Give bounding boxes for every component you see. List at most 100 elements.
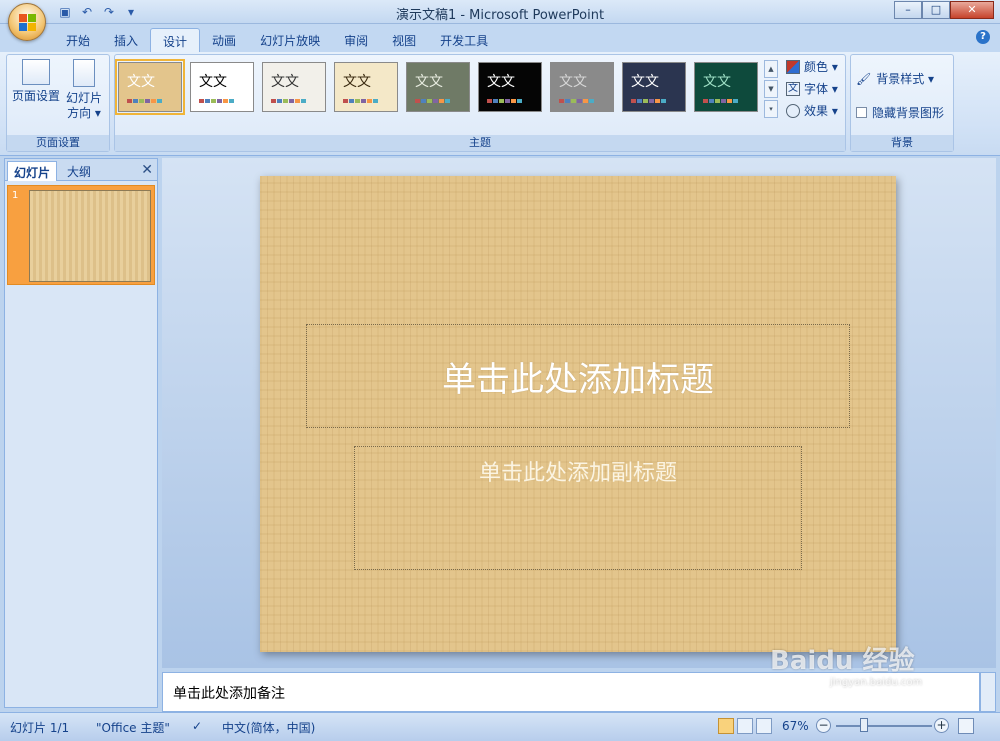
close-icon[interactable]: ✕ [141,162,153,178]
theme-thumbnail[interactable]: 文文 [478,62,542,112]
theme-color-swatches [487,99,522,103]
theme-thumbnail[interactable]: 文文 [694,62,758,112]
theme-color-swatches [631,99,666,103]
font-icon: 文 [786,81,800,96]
hide-background-checkbox[interactable] [856,107,867,118]
theme-effects-button[interactable]: 效果 ▾ [786,102,838,119]
notes-scrollbar[interactable] [980,672,996,712]
zoom-slider-thumb[interactable] [860,718,868,732]
paint-bucket-icon: 🖌 [856,71,872,86]
subtitle-placeholder[interactable]: 单击此处添加副标题 [354,446,802,570]
gallery-more-button[interactable]: ▾ [764,100,778,118]
theme-thumbnail-text: 文文 [631,74,659,90]
theme-thumbnail-text: 文文 [271,74,299,90]
theme-color-swatches [199,99,234,103]
ribbon-tabs-row: 开始 插入 设计 动画 幻灯片放映 审阅 视图 开发工具 ? [0,24,1000,52]
theme-colors-label: 颜色 ▾ [804,60,838,74]
orientation-label-line1: 幻灯片 [65,91,102,105]
theme-thumbnail[interactable]: 文文 [550,62,614,112]
theme-thumbnail[interactable]: 文文 [190,62,254,112]
close-button[interactable]: ✕ [950,1,994,19]
theme-thumbnail[interactable]: 文文 [622,62,686,112]
theme-color-swatches [559,99,594,103]
theme-gallery: 文文 文文 文文 文文 文文 文文 文文 文文 文文 [115,59,758,115]
theme-thumbnail-text: 文文 [343,74,371,90]
background-styles-label: 背景样式 ▾ [876,72,935,86]
group-background: 背景 [850,54,954,152]
theme-fonts-label: 字体 ▾ [804,82,838,96]
theme-thumbnail[interactable]: 文文 [334,62,398,112]
slides-panel-tabs: 幻灯片 大纲 ✕ [5,159,157,181]
tab-slides[interactable]: 幻灯片 [7,161,58,181]
group-label-background: 背景 [851,135,953,151]
zoom-in-button[interactable]: + [934,718,949,733]
office-logo-icon [19,14,37,32]
page-setup-button[interactable]: 页面设置 [9,59,63,104]
tab-developer[interactable]: 开发工具 [428,28,500,52]
ribbon-tabs: 开始 插入 设计 动画 幻灯片放映 审阅 视图 开发工具 [54,28,500,52]
theme-thumbnail-text: 文文 [559,74,587,90]
theme-thumbnail[interactable]: 文文 [115,59,185,115]
group-label-themes: 主题 [115,135,845,151]
theme-thumbnail-text: 文文 [199,74,227,90]
slide-editing-area: 单击此处添加标题 单击此处添加副标题 [162,158,996,668]
minimize-button[interactable]: – [894,1,922,19]
gallery-up-button[interactable]: ▲ [764,60,778,78]
tab-review[interactable]: 审阅 [332,28,380,52]
view-buttons [718,718,772,734]
fit-to-window-button[interactable] [958,718,974,734]
status-bar: 幻灯片 1/1 "Office 主题" ✓ 中文(简体，中国) 67% − + [0,712,1000,741]
title-bar: ▣ ↶ ↷ ▾ 演示文稿1 - Microsoft PowerPoint – □… [0,0,1000,24]
tab-insert[interactable]: 插入 [102,28,150,52]
notes-placeholder: 单击此处添加备注 [173,686,285,702]
slide-sorter-view-button[interactable] [737,718,753,734]
slides-panel: 幻灯片 大纲 ✕ 1 [4,158,158,708]
hide-background-label: 隐藏背景图形 [872,106,945,120]
slide-counter: 幻灯片 1/1 [10,721,70,735]
palette-icon [786,59,800,74]
normal-view-button[interactable] [718,718,734,734]
theme-thumbnail-text: 文文 [703,74,731,90]
tab-animation[interactable]: 动画 [200,28,248,52]
tab-view[interactable]: 视图 [380,28,428,52]
effects-icon [786,103,800,118]
theme-color-swatches [127,99,162,103]
background-group-label: 背景 [891,136,913,149]
theme-thumbnail[interactable]: 文文 [262,62,326,112]
theme-fonts-button[interactable]: 文 字体 ▾ [786,80,838,97]
help-icon[interactable]: ? [976,30,990,44]
zoom-out-button[interactable]: − [816,718,831,733]
background-styles-button[interactable]: 🖌 背景样式 ▾ [856,70,934,87]
orientation-label-line2: 方向 ▾ [67,106,101,120]
maximize-button[interactable]: □ [922,1,950,19]
spellcheck-icon[interactable]: ✓ [192,719,202,733]
tab-design[interactable]: 设计 [150,28,201,52]
tab-outline[interactable]: 大纲 [61,161,97,181]
theme-thumbnail-text: 文文 [487,74,515,90]
tab-home[interactable]: 开始 [54,28,102,52]
watermark-text: Baidu 经验 [770,646,915,676]
slide-thumbnail[interactable] [29,190,151,282]
language-indicator[interactable]: 中文(简体，中国) [222,719,315,736]
theme-colors-button[interactable]: 颜色 ▾ [786,58,838,75]
slide-orientation-button[interactable]: 幻灯片 方向 ▾ [57,59,111,121]
theme-thumbnail-text: 文文 [127,74,155,90]
theme-color-swatches [343,99,378,103]
gallery-down-button[interactable]: ▼ [764,80,778,98]
window-controls: – □ ✕ [894,1,994,19]
slide-canvas[interactable]: 单击此处添加标题 单击此处添加副标题 [260,176,896,652]
theme-color-swatches [271,99,306,103]
hide-background-graphics[interactable]: 隐藏背景图形 [856,104,944,121]
zoom-slider-track[interactable] [836,725,932,727]
zoom-level[interactable]: 67% [782,719,809,733]
slideshow-view-button[interactable] [756,718,772,734]
theme-color-swatches [703,99,738,103]
slide-thumbnail-row[interactable]: 1 [7,185,155,285]
title-placeholder[interactable]: 单击此处添加标题 [306,324,850,428]
office-button[interactable] [8,3,46,41]
theme-thumbnail[interactable]: 文文 [406,62,470,112]
theme-color-swatches [415,99,450,103]
theme-thumbnail-text: 文文 [415,74,443,90]
theme-effects-label: 效果 ▾ [804,104,838,118]
tab-slideshow[interactable]: 幻灯片放映 [248,28,332,52]
